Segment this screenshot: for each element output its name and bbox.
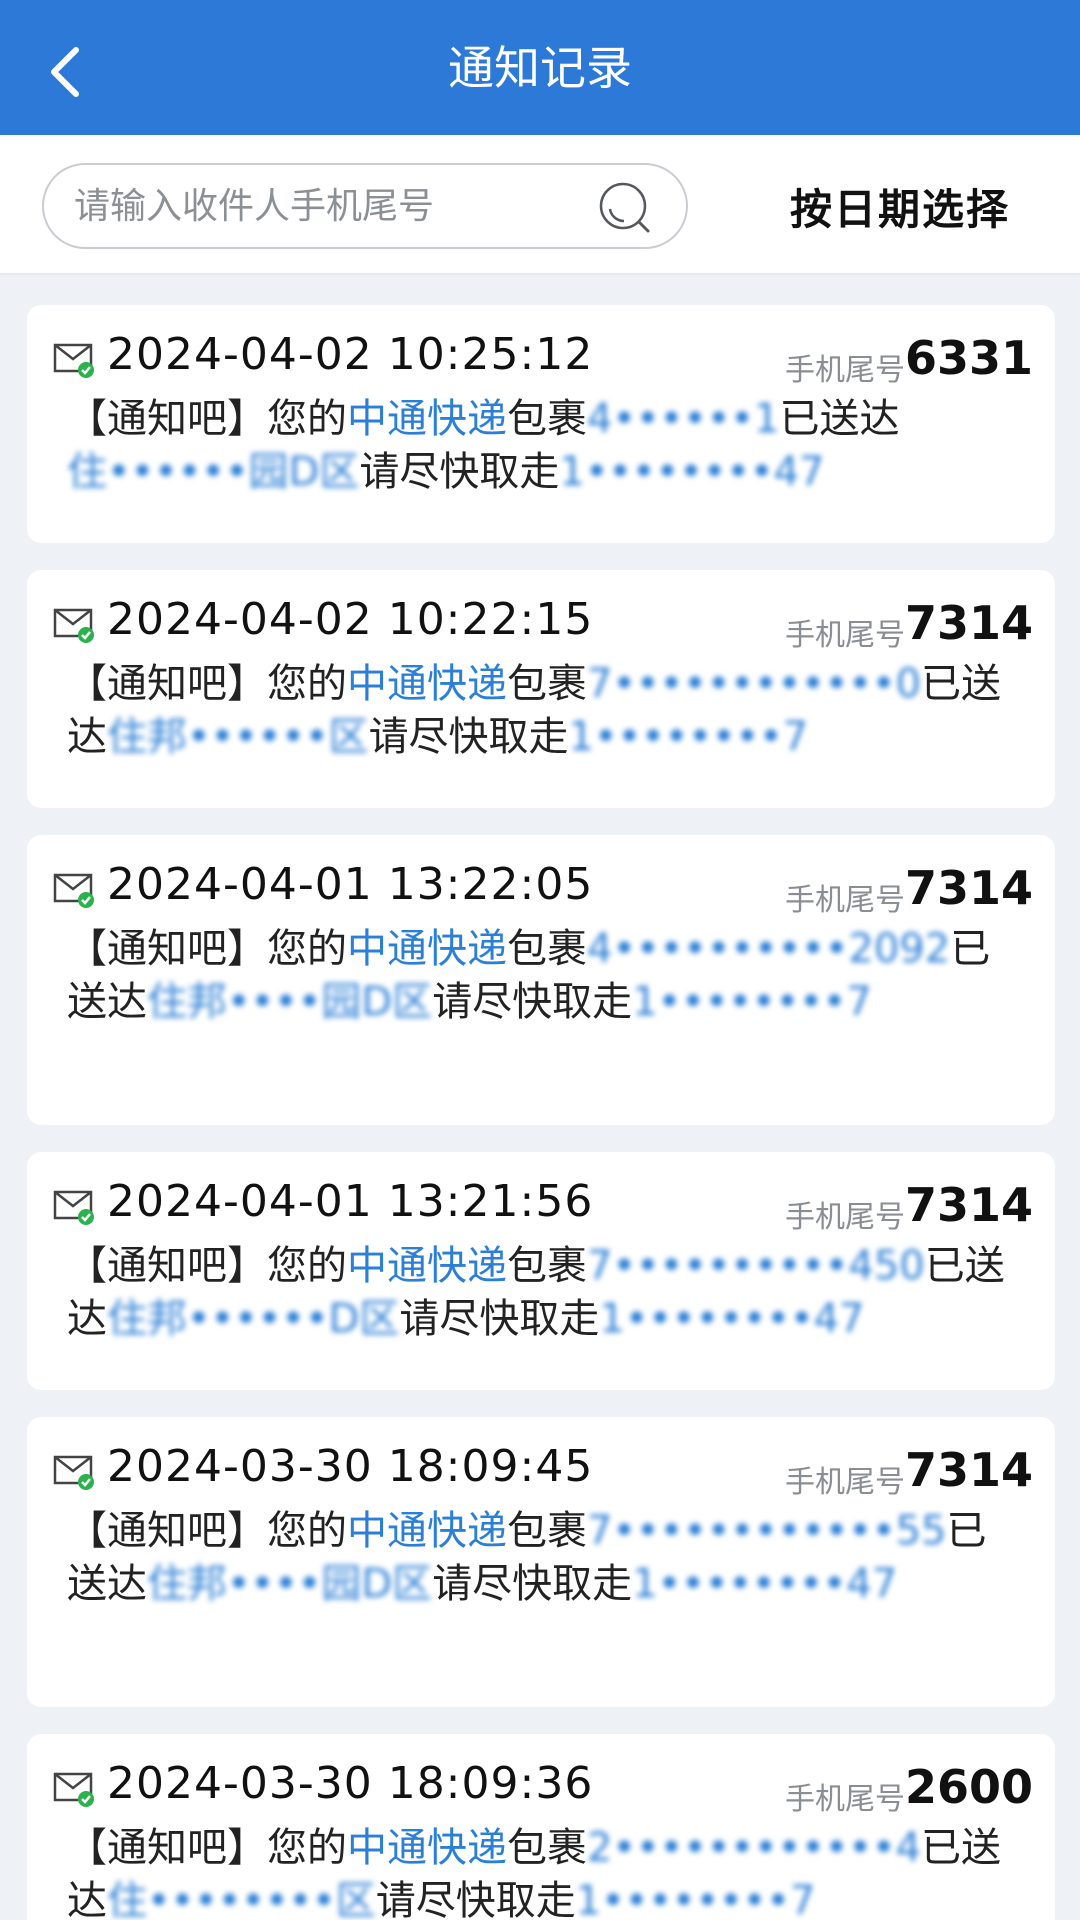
record-message: 【通知吧】您的中通快递包裹2••••••••••••4已送达住••••••••区… (67, 1822, 1025, 1920)
record-card[interactable]: 2024-04-02 10:22:15 手机尾号 7314 【通知吧】您的中通快… (27, 570, 1055, 808)
phone-number: 1••••••••7 (575, 1878, 816, 1920)
tracking-number: 2••••••••••••4 (587, 1825, 922, 1871)
delivered-text: 已送达 (779, 396, 900, 442)
tail-number: 7314 (904, 1443, 1033, 1497)
courier-name: 中通快递 (347, 661, 507, 707)
record-list: 2024-04-02 10:25:12 手机尾号 6331 【通知吧】您的中通快… (0, 275, 1080, 1920)
tracking-number: 7••••••••••••55 (587, 1508, 947, 1554)
pickup-text: 请尽快取走 (432, 979, 633, 1025)
search-icon[interactable] (596, 179, 654, 237)
package-word: 包裹 (507, 396, 587, 442)
date-filter-button[interactable]: 按日期选择 (790, 176, 1010, 237)
record-time: 2024-03-30 18:09:45 (107, 1441, 594, 1492)
phone-number: 1••••••••47 (599, 1296, 865, 1342)
tail-number: 7314 (904, 596, 1033, 650)
page-title: 通知记录 (448, 41, 632, 95)
pickup-location: 住••••••园D区 (67, 449, 360, 495)
record-card[interactable]: 2024-04-02 10:25:12 手机尾号 6331 【通知吧】您的中通快… (27, 305, 1055, 543)
record-card[interactable]: 2024-04-01 13:21:56 手机尾号 7314 【通知吧】您的中通快… (27, 1152, 1055, 1390)
courier-name: 中通快递 (347, 396, 507, 442)
tail-number: 7314 (904, 1178, 1033, 1232)
tracking-number: 4••••••••••2092 (587, 926, 951, 972)
tracking-number: 7••••••••••••0 (587, 661, 922, 707)
pickup-location: 住邦••••园D区 (147, 979, 433, 1025)
pickup-text: 请尽快取走 (399, 1296, 600, 1342)
pickup-location: 住邦••••••区 (107, 714, 369, 760)
phone-number: 1••••••••7 (568, 714, 809, 760)
record-message: 【通知吧】您的中通快递包裹4••••••••••2092已送达住邦••••园D区… (67, 923, 1025, 1029)
record-time: 2024-04-02 10:22:15 (107, 594, 594, 645)
tracking-number: 7••••••••••450 (587, 1243, 925, 1289)
record-message: 【通知吧】您的中通快递包裹7••••••••••••0已送达住邦••••••区请… (67, 658, 1025, 764)
record-time: 2024-04-01 13:22:05 (107, 859, 594, 910)
pickup-text: 请尽快取走 (359, 449, 560, 495)
msg-prefix: 【通知吧】您的 (67, 1508, 347, 1554)
mail-sent-icon (53, 1190, 94, 1225)
tail-label: 手机尾号 (785, 618, 905, 653)
mail-sent-icon (53, 608, 94, 643)
tail-number: 7314 (904, 861, 1033, 915)
tail-label: 手机尾号 (785, 883, 905, 918)
tail-label: 手机尾号 (785, 1200, 905, 1235)
mail-sent-icon (53, 873, 94, 908)
tail-number: 2600 (904, 1760, 1033, 1814)
search-input[interactable] (74, 165, 614, 247)
courier-name: 中通快递 (347, 926, 507, 972)
package-word: 包裹 (507, 1825, 587, 1871)
package-word: 包裹 (507, 1243, 587, 1289)
pickup-text: 请尽快取走 (368, 714, 569, 760)
tail-label: 手机尾号 (785, 353, 905, 388)
record-message: 【通知吧】您的中通快递包裹4••••••1已送达住••••••园D区请尽快取走1… (67, 393, 1025, 499)
record-card[interactable]: 2024-03-30 18:09:36 手机尾号 2600 【通知吧】您的中通快… (27, 1734, 1055, 1920)
phone-number: 1••••••••47 (632, 1561, 898, 1607)
package-word: 包裹 (507, 926, 587, 972)
msg-prefix: 【通知吧】您的 (67, 926, 347, 972)
courier-name: 中通快递 (347, 1243, 507, 1289)
mail-sent-icon (53, 1772, 94, 1807)
record-message: 【通知吧】您的中通快递包裹7••••••••••••55已送达住邦••••园D区… (67, 1505, 1025, 1611)
pickup-location: 住邦••••••D区 (107, 1296, 400, 1342)
record-time: 2024-03-30 18:09:36 (107, 1758, 594, 1809)
record-message: 【通知吧】您的中通快递包裹7••••••••••450已送达住邦••••••D区… (67, 1240, 1025, 1346)
record-time: 2024-04-01 13:21:56 (107, 1176, 594, 1227)
tail-label: 手机尾号 (785, 1782, 905, 1817)
phone-number: 1••••••••47 (559, 449, 825, 495)
pickup-location: 住邦••••园D区 (147, 1561, 433, 1607)
tail-label: 手机尾号 (785, 1465, 905, 1500)
msg-prefix: 【通知吧】您的 (67, 1825, 347, 1871)
record-card[interactable]: 2024-04-01 13:22:05 手机尾号 7314 【通知吧】您的中通快… (27, 835, 1055, 1125)
package-word: 包裹 (507, 661, 587, 707)
msg-prefix: 【通知吧】您的 (67, 661, 347, 707)
phone-number: 1••••••••7 (632, 979, 872, 1025)
mail-sent-icon (53, 1455, 94, 1490)
msg-prefix: 【通知吧】您的 (67, 1243, 347, 1289)
record-time: 2024-04-02 10:25:12 (107, 329, 594, 380)
msg-prefix: 【通知吧】您的 (67, 396, 347, 442)
record-card[interactable]: 2024-03-30 18:09:45 手机尾号 7314 【通知吧】您的中通快… (27, 1417, 1055, 1707)
app-header: 通知记录 (0, 0, 1080, 135)
tail-number: 6331 (904, 331, 1033, 385)
courier-name: 中通快递 (347, 1508, 507, 1554)
pickup-text: 请尽快取走 (375, 1878, 576, 1920)
tracking-number: 4••••••1 (587, 396, 780, 442)
search-box[interactable] (42, 163, 688, 249)
mail-sent-icon (53, 343, 94, 378)
pickup-location: 住••••••••区 (107, 1878, 376, 1920)
pickup-text: 请尽快取走 (432, 1561, 633, 1607)
package-word: 包裹 (507, 1508, 587, 1554)
courier-name: 中通快递 (347, 1825, 507, 1871)
